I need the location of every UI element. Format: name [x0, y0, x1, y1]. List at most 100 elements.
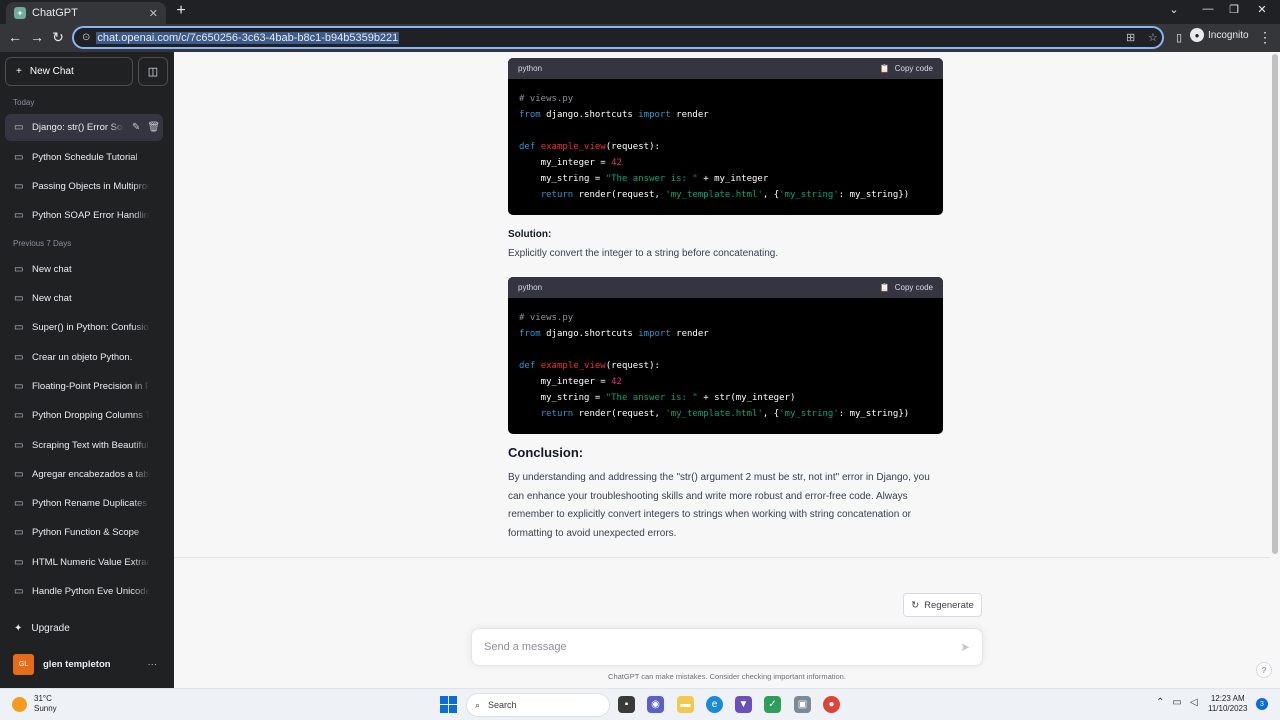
sidebar-item[interactable]: ▭ Scraping Text with BeautifulSoup — [5, 432, 163, 459]
sidebar-item[interactable]: ▭ New chat — [5, 285, 163, 312]
minimize-icon[interactable]: — — [1198, 3, 1218, 15]
sidebar-item-label: Python Function & Scope — [32, 527, 140, 538]
browser-tab-bar: ✦ ChatGPT ✕ + ⌄ — ❐ ✕ — [0, 0, 1280, 24]
sidebar-item[interactable]: ▭ Python Rename Duplicates Tutorial — [5, 490, 163, 517]
sidebar-item[interactable]: ▭ Super() in Python: Confusion — [5, 314, 163, 341]
clock[interactable]: 12:23 AM 11/10/2023 — [1208, 694, 1247, 714]
chevron-up-icon[interactable]: ⌃ — [1156, 697, 1164, 708]
forward-icon[interactable]: → — [28, 29, 46, 45]
weather-widget[interactable]: 31°C Sunny — [12, 694, 57, 714]
sidebar-item[interactable]: ▭ Floating-Point Precision in Python — [5, 373, 163, 400]
network-icon[interactable]: ▭ — [1172, 697, 1181, 708]
copy-code-label: Copy code — [894, 283, 933, 292]
sidebar-item[interactable]: ▭ Python Dropping Columns Tutorial — [5, 402, 163, 429]
sun-icon — [12, 696, 27, 712]
sidebar-item[interactable]: ▭ Crear un objeto Python. — [5, 344, 163, 371]
sidebar: + New Chat ◫ Today ▭ Django: str() Error… — [0, 52, 174, 688]
chatgpt-favicon-icon: ✦ — [14, 7, 26, 19]
regenerate-label: Regenerate — [924, 599, 974, 611]
sidebar-item-label: Agregar encabezados a tablas — [32, 469, 150, 480]
system-tray[interactable]: ⌃ ▭ ◁ — [1156, 697, 1198, 708]
copy-code-button[interactable]: 📋 Copy code — [880, 283, 933, 292]
plus-icon: + — [16, 66, 22, 77]
edge-browser-icon[interactable]: e — [706, 696, 723, 713]
sidebar-item[interactable]: ▭ Python Schedule Tutorial — [5, 144, 163, 171]
chat-app-icon[interactable]: ◉ — [647, 696, 664, 713]
code-block: python 📋 Copy code # views.py from djang… — [508, 58, 943, 215]
chat-bubble-icon: ▭ — [14, 293, 24, 304]
incognito-indicator[interactable]: ● Incognito — [1190, 28, 1249, 42]
volume-icon[interactable]: ◁ — [1190, 697, 1198, 708]
file-explorer-icon[interactable]: ▬ — [677, 696, 694, 713]
bookmark-star-icon[interactable]: ☆ — [1148, 31, 1158, 44]
copy-code-button[interactable]: 📋 Copy code — [880, 64, 933, 73]
chrome-browser-icon[interactable]: ● — [823, 696, 840, 713]
reload-icon[interactable]: ↻ — [49, 29, 67, 46]
browser-tab[interactable]: ✦ ChatGPT ✕ — [6, 2, 166, 24]
conversation-area: python 📋 Copy code # views.py from djang… — [174, 52, 1270, 558]
sidebar-item-label: Python SOAP Error Handling — [32, 210, 150, 221]
sidebar-item[interactable]: ▭ Agregar encabezados a tablas — [5, 461, 163, 488]
weather-temperature: 31°C — [34, 694, 52, 703]
sidebar-item[interactable]: ▭ HTML Numeric Value Extraction — [5, 549, 163, 576]
sidebar-item-label: Scraping Text with BeautifulSoup — [32, 440, 150, 451]
new-chat-button[interactable]: + New Chat — [5, 57, 133, 86]
sidebar-item[interactable]: ▭ New chat — [5, 256, 163, 283]
sidebar-item[interactable]: ▭ Passing Objects in Multiprocessing — [5, 173, 163, 200]
notification-badge[interactable]: 3 — [1256, 698, 1268, 710]
chat-bubble-icon: ▭ — [14, 440, 24, 451]
image-app-icon[interactable]: ▣ — [794, 696, 811, 713]
close-window-icon[interactable]: ✕ — [1252, 3, 1272, 16]
browser-menu-icon[interactable]: ⋮ — [1256, 29, 1274, 46]
tab-close-icon[interactable]: ✕ — [149, 7, 158, 20]
help-button[interactable]: ? — [1256, 662, 1272, 678]
address-bar[interactable]: ⊙ chat.openai.com/c/7c650256-3c63-4bab-b… — [72, 26, 1164, 49]
site-info-icon[interactable]: ⊙ — [82, 32, 90, 43]
code-language: python — [518, 64, 543, 73]
upgrade-label: Upgrade — [31, 623, 70, 634]
task-view-icon[interactable]: ▪ — [618, 696, 635, 713]
message-input[interactable] — [484, 641, 960, 653]
regenerate-button[interactable]: ↻ Regenerate — [903, 593, 982, 617]
tab-search-chevron-icon[interactable]: ⌄ — [1164, 3, 1184, 16]
sidebar-item[interactable]: ▭ Python SOAP Error Handling — [5, 202, 163, 229]
side-panel-icon[interactable]: ▯ — [1170, 31, 1188, 44]
trash-icon[interactable]: 🗑 — [147, 122, 160, 133]
incognito-label: Incognito — [1208, 29, 1249, 41]
sidebar-toggle-icon: ◫ — [147, 66, 159, 78]
chat-bubble-icon: ▭ — [14, 210, 24, 221]
pwa-install-icon[interactable]: ⊞ — [1126, 31, 1135, 44]
chat-bubble-icon: ▭ — [14, 527, 24, 538]
code-language: python — [518, 283, 543, 292]
sidebar-item[interactable]: ▭ Python Function & Scope — [5, 519, 163, 546]
sparkle-icon: ✦ — [14, 623, 23, 634]
clipboard-icon: 📋 — [879, 64, 890, 73]
sidebar-item[interactable]: ▭ Handle Python Eve Unicode — [5, 578, 163, 605]
sidebar-item[interactable]: ▭ Django: str() Error Sol ✎ 🗑 — [5, 114, 163, 141]
section-today: Today — [13, 98, 35, 107]
chat-bubble-icon: ▭ — [14, 322, 24, 333]
sidebar-item-label: New chat — [32, 293, 72, 304]
restore-icon[interactable]: ❐ — [1224, 3, 1244, 16]
more-options-icon[interactable]: ··· — [148, 659, 158, 670]
windows-start-icon[interactable] — [440, 696, 457, 713]
spreadsheet-app-icon[interactable]: ✓ — [764, 696, 781, 713]
scrollbar-thumb[interactable] — [1272, 54, 1278, 554]
upgrade-button[interactable]: ✦ Upgrade — [5, 615, 163, 642]
code-block: python 📋 Copy code # views.py from djang… — [508, 277, 943, 434]
user-menu[interactable]: GL glen templeton ··· — [5, 651, 163, 678]
chat-bubble-icon: ▭ — [14, 586, 24, 597]
taskbar-search[interactable]: ⌕ Search — [466, 693, 610, 717]
close-sidebar-button[interactable]: ◫ — [138, 57, 168, 86]
chat-bubble-icon: ▭ — [14, 498, 24, 509]
send-icon[interactable]: ➤ — [960, 640, 970, 654]
back-icon[interactable]: ← — [6, 29, 24, 45]
browser-toolbar: ← → ↻ ⊙ chat.openai.com/c/7c650256-3c63-… — [0, 24, 1280, 52]
url-text[interactable]: chat.openai.com/c/7c650256-3c63-4bab-b8c… — [96, 31, 400, 44]
chat-bubble-icon: ▭ — [14, 264, 24, 275]
new-tab-button[interactable]: + — [172, 2, 190, 20]
code-block-header: python 📋 Copy code — [508, 277, 943, 298]
pencil-icon[interactable]: ✎ — [132, 122, 140, 133]
avatar: GL — [13, 654, 34, 675]
vpn-app-icon[interactable]: ▼ — [735, 696, 752, 713]
